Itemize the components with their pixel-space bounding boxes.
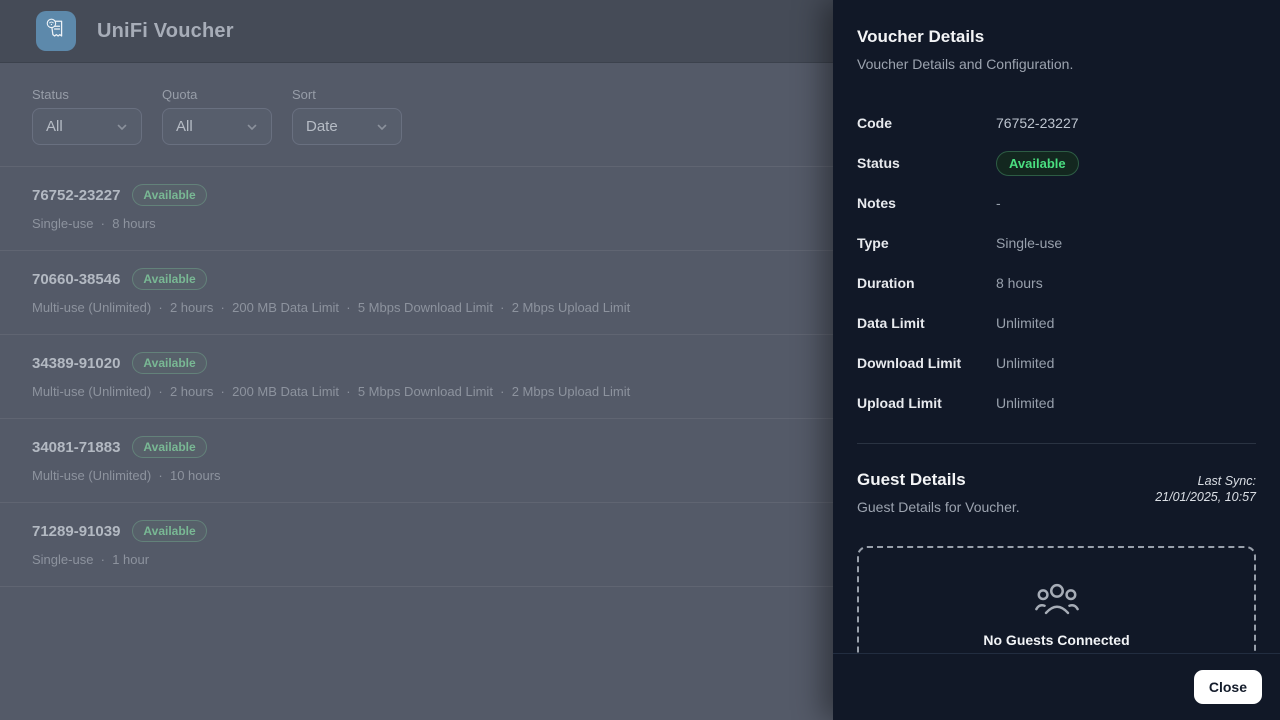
field-label: Notes [857, 195, 996, 211]
guests-group-icon [1034, 581, 1080, 624]
drawer-footer: Close [833, 653, 1280, 720]
field-value: Unlimited [996, 395, 1054, 411]
field-row-download-limit: Download Limit Unlimited [857, 343, 1256, 383]
field-label: Data Limit [857, 315, 996, 331]
no-guests-text: No Guests Connected [983, 632, 1129, 648]
guest-details-subtitle: Guest Details for Voucher. [857, 498, 1020, 516]
voucher-details-drawer: Voucher Details Voucher Details and Conf… [833, 0, 1280, 720]
guest-details-header: Guest Details Guest Details for Voucher.… [857, 470, 1256, 516]
close-button[interactable]: Close [1194, 670, 1262, 704]
field-row-type: Type Single-use [857, 223, 1256, 263]
last-sync-value: 21/01/2025, 10:57 [1155, 489, 1256, 505]
voucher-fields: Code 76752-23227 Status Available Notes … [857, 103, 1256, 423]
field-row-notes: Notes - [857, 183, 1256, 223]
section-divider [857, 443, 1256, 444]
field-row-code: Code 76752-23227 [857, 103, 1256, 143]
last-sync: Last Sync: 21/01/2025, 10:57 [1155, 470, 1256, 516]
field-row-upload-limit: Upload Limit Unlimited [857, 383, 1256, 423]
field-value: Unlimited [996, 315, 1054, 331]
status-badge: Available [996, 151, 1079, 176]
field-value: Unlimited [996, 355, 1054, 371]
last-sync-label: Last Sync: [1155, 473, 1256, 489]
guest-details-title: Guest Details [857, 470, 1020, 490]
field-value: Single-use [996, 235, 1062, 251]
drawer-subtitle: Voucher Details and Configuration. [857, 55, 1256, 73]
field-value: - [996, 195, 1001, 211]
drawer-title: Voucher Details [857, 27, 1256, 47]
field-label: Download Limit [857, 355, 996, 371]
field-value: 76752-23227 [996, 115, 1079, 131]
field-label: Duration [857, 275, 996, 291]
field-row-data-limit: Data Limit Unlimited [857, 303, 1256, 343]
field-row-status: Status Available [857, 143, 1256, 183]
field-label: Upload Limit [857, 395, 996, 411]
field-label: Code [857, 115, 996, 131]
modal-backdrop[interactable] [0, 0, 833, 720]
field-value: 8 hours [996, 275, 1043, 291]
field-label: Type [857, 235, 996, 251]
field-row-duration: Duration 8 hours [857, 263, 1256, 303]
field-label: Status [857, 155, 996, 171]
